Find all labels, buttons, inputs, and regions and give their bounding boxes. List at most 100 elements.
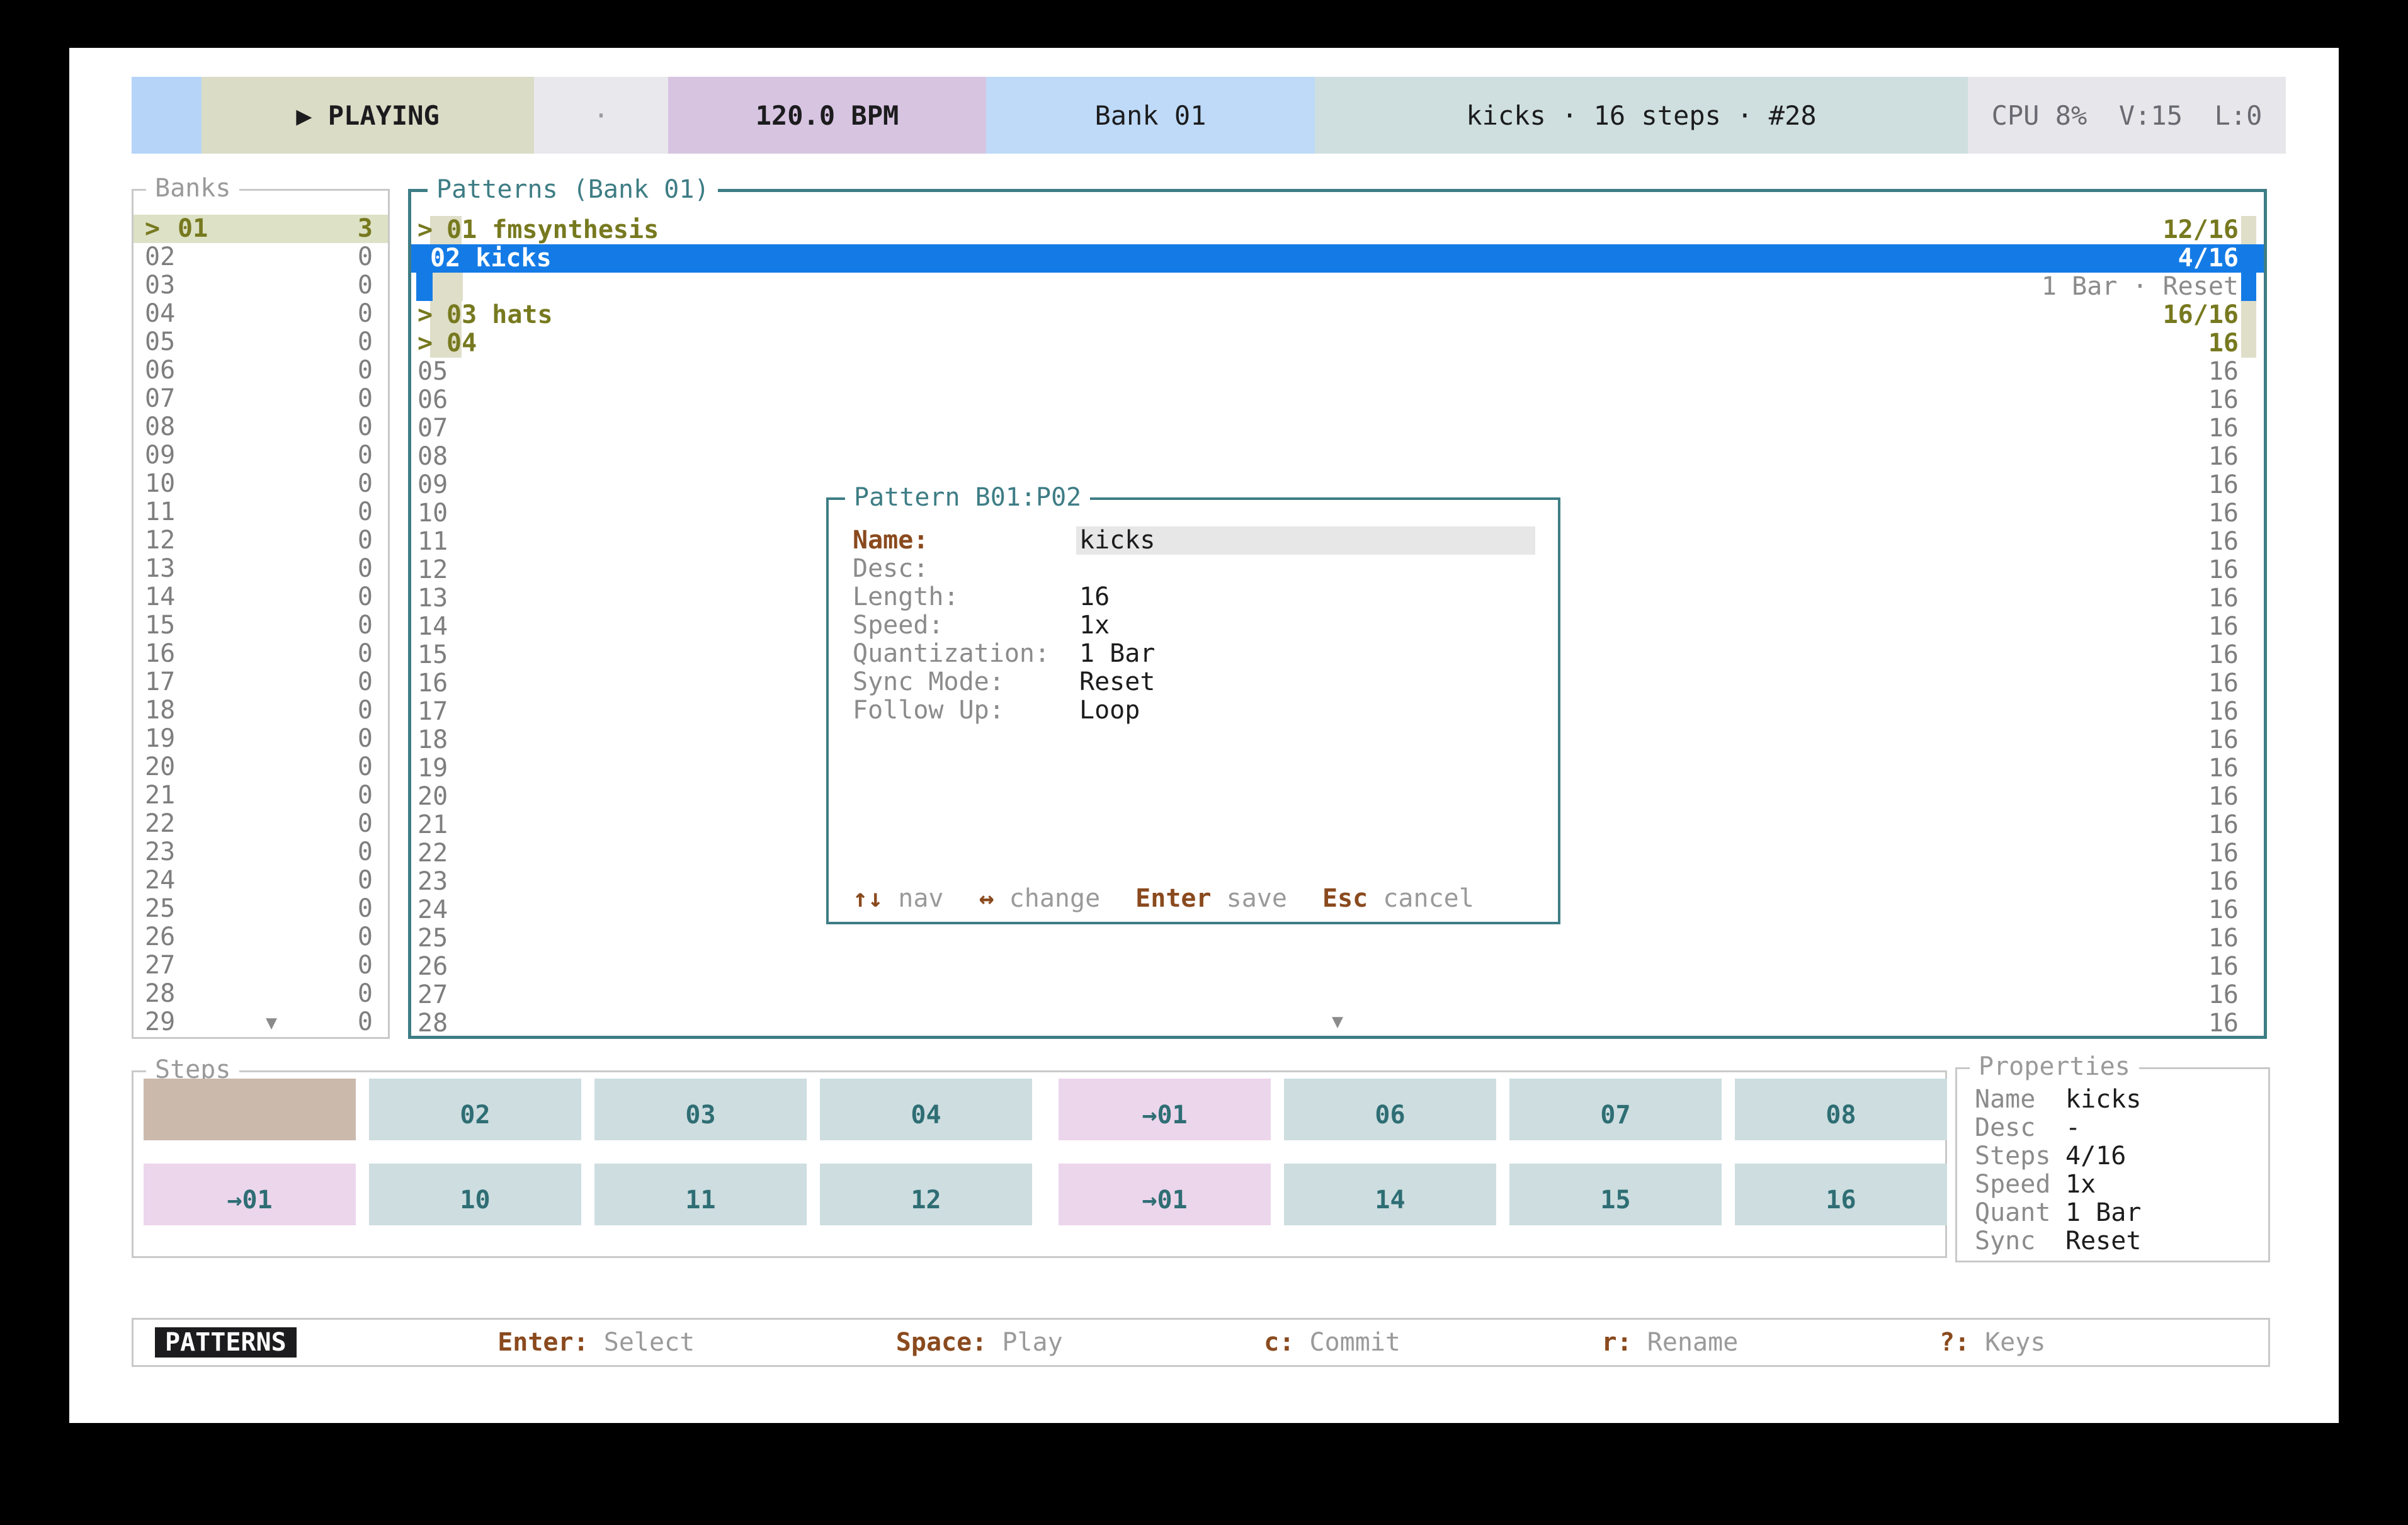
modal-field-row[interactable]: Length:16 <box>829 583 1558 611</box>
bank-row[interactable]: 070 <box>133 385 388 413</box>
pattern-row[interactable]: 0816 <box>411 443 2264 471</box>
bank-pattern-count: 0 <box>358 668 373 696</box>
pattern-row[interactable]: 0516 <box>411 358 2264 386</box>
bank-row[interactable]: 150 <box>133 611 388 640</box>
pattern-step-count: 16 <box>2208 358 2239 386</box>
bank-row[interactable]: 270 <box>133 951 388 980</box>
step-cell-01[interactable] <box>144 1079 356 1140</box>
bank-row[interactable]: 200 <box>133 753 388 781</box>
step-cell-02[interactable]: 02 <box>369 1079 581 1140</box>
step-cell-14[interactable]: 14 <box>1284 1164 1496 1225</box>
transport-label: ▶ PLAYING <box>296 100 440 131</box>
bank-row[interactable]: 280 <box>133 980 388 1008</box>
pattern-step-count: 4/16 <box>2178 244 2239 273</box>
patterns-scrollbar-thumb[interactable] <box>2241 301 2256 329</box>
pattern-row[interactable]: 0716 <box>411 414 2264 443</box>
bank-row[interactable]: 060 <box>133 356 388 385</box>
modal-field-row[interactable]: Name:kicks <box>829 526 1558 555</box>
modal-field-row[interactable]: Quantization:1 Bar <box>829 640 1558 668</box>
patterns-scrollbar-thumb[interactable] <box>2241 216 2256 244</box>
bank-row[interactable]: 120 <box>133 526 388 555</box>
bank-row[interactable]: 140 <box>133 583 388 611</box>
bank-row[interactable]: 230 <box>133 838 388 866</box>
bank-row[interactable]: 290 <box>133 1008 388 1036</box>
bank-row[interactable]: 050 <box>133 328 388 356</box>
bank-row[interactable]: 190 <box>133 725 388 753</box>
step-cell-03[interactable]: 03 <box>594 1079 807 1140</box>
banks-panel-title: Banks <box>146 174 239 202</box>
patterns-scrollbar-thumb[interactable] <box>2241 273 2256 301</box>
bank-row[interactable]: 240 <box>133 866 388 895</box>
patterns-scrollbar-thumb[interactable] <box>2241 329 2256 358</box>
pattern-number: 10 <box>417 499 448 528</box>
bank-row[interactable]: 220 <box>133 810 388 838</box>
bank-row[interactable]: 180 <box>133 696 388 725</box>
modal-key-hint: ↔ change <box>979 884 1101 913</box>
pattern-label: 03 hats <box>446 301 553 329</box>
pattern-edit-dialog-title: Pattern B01:P02 <box>845 484 1090 511</box>
pattern-step-count: 16/16 <box>2163 301 2239 329</box>
pattern-row[interactable]: 2616 <box>411 953 2264 981</box>
bank-row[interactable]: 080 <box>133 413 388 441</box>
bank-row[interactable]: 100 <box>133 470 388 498</box>
pattern-number: 21 <box>417 811 448 839</box>
step-cell-04[interactable]: 04 <box>820 1079 1032 1140</box>
modal-field-row[interactable]: Sync Mode:Reset <box>829 668 1558 696</box>
bank-row[interactable]: 130 <box>133 555 388 583</box>
step-cell-10[interactable]: 10 <box>369 1164 581 1225</box>
step-cell-label: 08 <box>1826 1101 1856 1130</box>
separator-cell: · <box>534 77 668 154</box>
modal-field-value: 1x <box>1079 611 1110 640</box>
bpm-display: 120.0 BPM <box>668 77 986 154</box>
bank-number: 18 <box>145 696 175 725</box>
modal-field-row[interactable]: Desc: <box>829 555 1558 583</box>
pattern-row[interactable]: >0416 <box>411 329 2264 358</box>
bank-number: 06 <box>145 356 175 385</box>
modal-field-label: Speed: <box>853 611 944 640</box>
bank-row[interactable]: >013 <box>133 215 388 243</box>
pattern-step-count: 16 <box>2208 443 2239 471</box>
step-cell-07[interactable]: 07 <box>1509 1079 1722 1140</box>
bank-row[interactable]: 090 <box>133 441 388 470</box>
step-cell-15[interactable]: 15 <box>1509 1164 1722 1225</box>
bank-row[interactable]: 170 <box>133 668 388 696</box>
property-value: 1 Bar <box>2065 1199 2141 1227</box>
pattern-row[interactable]: >03 hats 16/16 <box>411 301 2264 329</box>
modal-field-row[interactable]: Speed: 1x <box>829 611 1558 640</box>
step-cell-09[interactable]: →01 <box>144 1164 356 1225</box>
now-playing-display: kicks · 16 steps · #28 <box>1315 77 1968 154</box>
bank-row[interactable]: 030 <box>133 271 388 300</box>
step-cell-11[interactable]: 11 <box>594 1164 807 1225</box>
modal-field-row[interactable]: Follow Up:Loop <box>829 696 1558 725</box>
bank-row[interactable]: 210 <box>133 781 388 810</box>
pattern-row[interactable]: 0616 <box>411 386 2264 414</box>
step-cell-16[interactable]: 16 <box>1735 1164 1947 1225</box>
step-cell-13[interactable]: →01 <box>1059 1164 1271 1225</box>
pattern-row[interactable]: 2716 <box>411 981 2264 1009</box>
bank-row[interactable]: 260 <box>133 923 388 951</box>
pattern-row-detail[interactable]: 1 Bar · Reset <box>411 273 2264 301</box>
expand-caret-icon: > <box>417 216 433 244</box>
bank-row[interactable]: 160 <box>133 640 388 668</box>
bank-row[interactable]: 250 <box>133 895 388 923</box>
step-cell-05[interactable]: →01 <box>1059 1079 1271 1140</box>
bank-row[interactable]: 020 <box>133 243 388 271</box>
step-cell-08[interactable]: 08 <box>1735 1079 1947 1140</box>
property-row: SyncReset <box>1975 1227 2262 1256</box>
modal-key-hint: ↑↓ nav <box>853 884 944 913</box>
pattern-row[interactable]: 2516 <box>411 924 2264 953</box>
step-cell-label: →01 <box>227 1186 272 1215</box>
pattern-row[interactable]: >01 fmsynthesis12/16 <box>411 216 2264 244</box>
pattern-label: 02 kicks <box>430 244 552 273</box>
pattern-row[interactable]: 0916 <box>411 471 2264 499</box>
pattern-number: 25 <box>417 924 448 953</box>
key-name: Enter <box>1135 884 1211 913</box>
pattern-row[interactable]: 02 kicks 4/16 <box>411 244 2264 273</box>
bank-row[interactable]: 110 <box>133 498 388 526</box>
step-cell-12[interactable]: 12 <box>820 1164 1032 1225</box>
bank-row[interactable]: 040 <box>133 300 388 328</box>
pattern-step-count: 16 <box>2208 613 2239 641</box>
step-cell-label: →01 <box>1142 1101 1187 1130</box>
expand-caret-icon: > <box>417 301 433 329</box>
step-cell-06[interactable]: 06 <box>1284 1079 1496 1140</box>
